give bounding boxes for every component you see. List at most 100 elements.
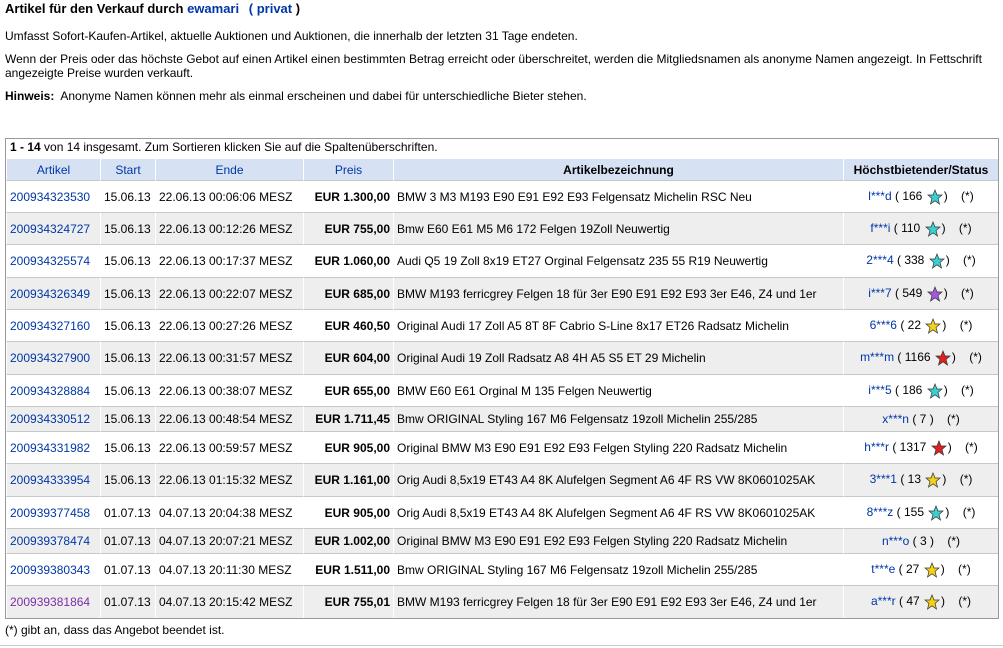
feedback-score-link[interactable]: 47 <box>906 594 919 608</box>
feedback-score-link[interactable]: 3 <box>920 534 927 548</box>
end-date: 22.06.13 00:31:57 MESZ <box>155 341 303 374</box>
column-header-preis[interactable]: Preis <box>303 158 393 180</box>
feedback-score-link[interactable]: 110 <box>901 221 920 235</box>
bidder-link[interactable]: h***r <box>864 440 889 454</box>
feedback-score-link[interactable]: 338 <box>904 253 924 267</box>
feedback-star-icon[interactable] <box>926 188 943 205</box>
bidder-status-cell: f***i ( 110 ) (*) <box>843 212 998 244</box>
item-id-link[interactable]: 200939380343 <box>10 563 90 577</box>
feedback-star-icon[interactable] <box>923 561 940 578</box>
feedback-score-open: ( <box>898 594 903 609</box>
privat-close-paren: ) <box>295 1 301 16</box>
bidder-link[interactable]: 3***1 <box>870 472 897 486</box>
feedback-score-link[interactable]: 1166 <box>905 350 931 364</box>
feedback-star-icon[interactable] <box>925 472 942 488</box>
feedback-score-link[interactable]: 166 <box>902 189 922 203</box>
feedback-star-icon[interactable] <box>928 253 945 269</box>
bidder-status-cell: 2***4 ( 338 ) (*) <box>843 244 998 277</box>
bidder-link[interactable]: m***m <box>860 350 894 364</box>
item-id-cell: 200939380343 <box>6 553 100 585</box>
item-id-link[interactable]: 200939381864 <box>10 595 90 609</box>
item-id-link[interactable]: 200934323530 <box>10 190 90 204</box>
table-header-row: Artikel Start Ende Preis Artikelbezeichn… <box>6 158 998 180</box>
bidder-link[interactable]: a***r <box>871 594 896 608</box>
item-id-link[interactable]: 200939378474 <box>10 534 90 548</box>
price: EUR 1.002,00 <box>303 528 393 553</box>
start-date: 15.06.13 <box>100 341 155 374</box>
end-date: 22.06.13 00:06:06 MESZ <box>155 180 303 212</box>
column-header-ende[interactable]: Ende <box>155 158 303 180</box>
feedback-star-icon[interactable] <box>926 285 943 302</box>
feedback-score-link[interactable]: 7 <box>920 412 927 426</box>
feedback-score-link[interactable]: 1317 <box>900 440 927 454</box>
hint-paragraph: Hinweis: Anonyme Namen können mehr als e… <box>5 89 1003 103</box>
feedback-star-icon[interactable] <box>925 317 942 334</box>
bidder-link[interactable]: i***5 <box>868 383 891 397</box>
feedback-score-link[interactable]: 549 <box>902 286 922 300</box>
start-date: 15.06.13 <box>100 212 155 244</box>
item-id-link[interactable]: 200934328884 <box>10 384 90 398</box>
feedback-star-icon[interactable] <box>934 350 951 366</box>
bidder-link[interactable]: 8***z <box>867 505 894 519</box>
info-scope-text: Umfasst Sofort-Kaufen-Artikel, aktuelle … <box>5 29 578 43</box>
table-row: 200934328884 15.06.13 22.06.13 00:38:07 ME… <box>6 374 998 406</box>
bidder-link[interactable]: 2***4 <box>866 253 893 267</box>
feedback-score-link[interactable]: 186 <box>902 383 922 397</box>
item-id-link[interactable]: 200934324727 <box>10 222 90 236</box>
feedback-score-link[interactable]: 13 <box>908 472 921 486</box>
ended-marker: (*) <box>958 220 972 235</box>
ended-marker: (*) <box>959 472 973 487</box>
column-header-status: Höchstbietender/Status <box>843 158 998 180</box>
feedback-score-link[interactable]: 155 <box>904 505 924 519</box>
bidder-link[interactable]: 6***6 <box>870 318 897 332</box>
bidder-link[interactable]: f***i <box>870 221 890 235</box>
feedback-score-open: ( <box>912 412 917 426</box>
item-title: BMW 3 M3 M193 E90 E91 E92 E93 Felgensatz… <box>393 180 843 212</box>
seller-link[interactable]: ewamari <box>187 1 239 16</box>
page-title-prefix: Artikel für den Verkauf durch <box>5 1 184 16</box>
privat-open-paren: ( <box>248 1 254 16</box>
item-id-link[interactable]: 200934327160 <box>10 319 90 333</box>
feedback-score-link[interactable]: 22 <box>908 318 921 332</box>
table-row: 200934324727 15.06.13 22.06.13 00:12:26 ME… <box>6 212 998 244</box>
item-id-link[interactable]: 200934327900 <box>10 351 90 365</box>
feedback-score-close: ) <box>941 594 946 609</box>
column-header-artikel[interactable]: Artikel <box>6 158 100 180</box>
item-id-link[interactable]: 200939377458 <box>10 506 90 520</box>
ended-marker: (*) <box>958 594 972 609</box>
item-title: Audi Q5 19 Zoll 8x19 ET27 Orginal Felgen… <box>393 244 843 277</box>
price: EUR 1.161,00 <box>303 463 393 496</box>
start-date: 15.06.13 <box>100 309 155 341</box>
item-id-link[interactable]: 200934333954 <box>10 473 90 487</box>
price: EUR 1.511,00 <box>303 553 393 585</box>
feedback-star-icon[interactable] <box>930 439 947 456</box>
items-table: Artikel Start Ende Preis Artikelbezeichn… <box>6 158 998 618</box>
item-id-link[interactable]: 200934330512 <box>10 412 90 426</box>
start-date: 15.06.13 <box>100 277 155 309</box>
table-row: 200934330512 15.06.13 22.06.13 00:48:54 ME… <box>6 406 998 431</box>
item-id-cell: 200934327160 <box>6 309 100 341</box>
feedback-score-open: ( <box>894 188 899 203</box>
feedback-star-icon[interactable] <box>926 382 943 399</box>
bidder-link[interactable]: n***o <box>882 534 909 548</box>
table-row: 200939377458 01.07.13 04.07.13 20:04:38 ME… <box>6 496 998 528</box>
table-row: 200934326349 15.06.13 22.06.13 00:22:07 ME… <box>6 277 998 309</box>
item-id-cell: 200934327900 <box>6 341 100 374</box>
bidder-link[interactable]: i***7 <box>868 286 891 300</box>
feedback-star-icon[interactable] <box>928 504 945 521</box>
feedback-score-link[interactable]: 27 <box>906 562 919 576</box>
ended-marker: (*) <box>965 439 978 454</box>
item-id-link[interactable]: 200934331982 <box>10 441 90 455</box>
bidder-link[interactable]: x***n <box>882 412 909 426</box>
feedback-score-close: ) <box>930 534 935 548</box>
item-id-link[interactable]: 200934326349 <box>10 287 90 301</box>
item-id-link[interactable]: 200934325574 <box>10 254 90 268</box>
bidder-link[interactable]: t***e <box>871 562 895 576</box>
ended-marker: (*) <box>947 412 960 426</box>
feedback-star-icon[interactable] <box>924 220 941 237</box>
column-header-start[interactable]: Start <box>100 158 155 180</box>
bidder-link[interactable]: l***d <box>868 189 891 203</box>
feedback-star-icon[interactable] <box>924 594 940 610</box>
table-row: 200934333954 15.06.13 22.06.13 01:15:32 ME… <box>6 463 998 496</box>
privat-link[interactable]: privat <box>257 1 292 16</box>
